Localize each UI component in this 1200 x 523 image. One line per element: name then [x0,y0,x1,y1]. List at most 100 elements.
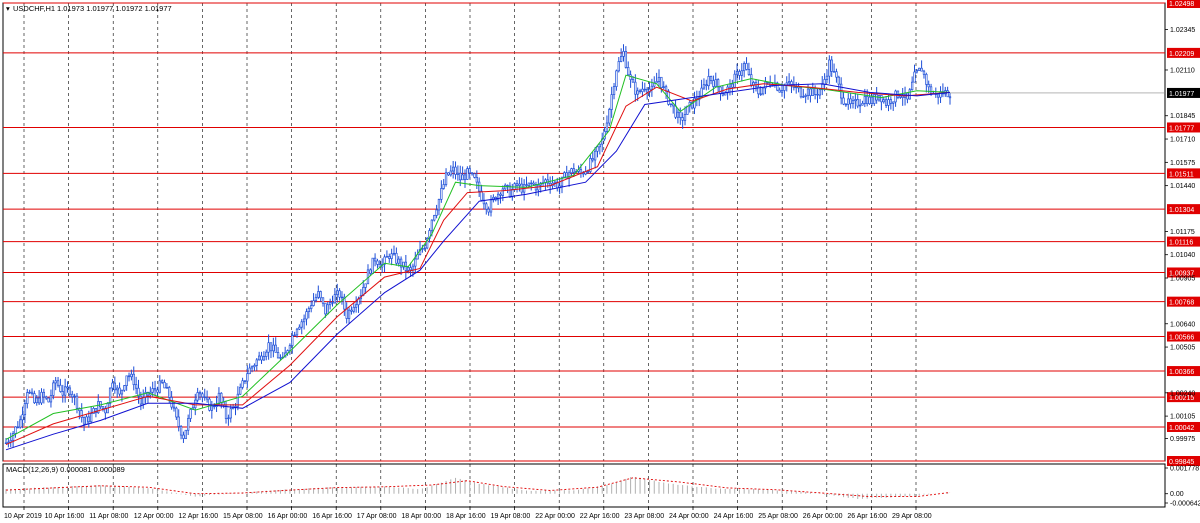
candle-body [371,257,374,274]
candle-body [288,345,292,351]
candle-body [884,99,888,106]
candle-body [851,100,855,105]
candle-body [392,252,396,255]
candle-body [787,81,791,84]
candle-body [466,168,469,180]
candle-body [108,387,112,404]
candle-body [243,380,247,382]
candle-body [35,397,38,404]
candle-body [127,375,131,378]
candle-body [433,215,436,221]
candle-body [816,94,819,96]
candle-body [721,93,725,96]
candle-body [508,185,512,198]
candle-body [260,355,263,361]
macd-tick-label: 0.00 [1170,491,1184,498]
candle-body [716,79,720,88]
candle-body [179,426,183,436]
candle-body [101,406,105,409]
candle-body [198,392,202,395]
candle-body [598,143,601,148]
time-label: 16 Apr 00:00 [268,513,308,520]
candle-body [258,355,261,361]
candle-body [229,408,232,419]
time-label: 10 Apr 2019 [4,513,42,520]
candle-body [676,111,680,118]
candle-body [310,305,313,309]
candle-body [873,94,876,104]
candle-body [435,209,438,216]
candle-body [634,81,637,95]
candle-body [151,388,154,393]
candle-body [11,433,15,441]
candle-body [385,256,389,258]
candle-body [939,91,942,98]
candle-body [910,81,914,91]
candle-body [132,373,135,386]
candle-body [683,114,687,121]
time-label: 10 Apr 16:00 [45,513,85,520]
candle-body [655,81,658,84]
candle-body [811,88,814,97]
candle-body [345,308,348,319]
candle-body [217,392,221,405]
candle-body [714,79,717,87]
time-label: 16 Apr 16:00 [312,513,352,520]
candle-body [679,111,682,118]
candle-body [478,181,481,192]
candle-body [612,86,616,95]
time-axis: 10 Apr 2019 10 Apr 16:00 11 Apr 08:00 12 Ap… [4,507,932,520]
candle-body [253,365,256,368]
candle-body [71,393,74,398]
level-tag-label: 1.01777 [1169,125,1194,132]
candle-body [922,70,926,75]
candle-body [572,168,575,173]
candle-body [660,76,663,88]
candle-body [593,150,597,161]
candle-body [430,219,434,231]
candle-body [437,199,441,211]
macd-tick-label: -0.000642 [1170,501,1200,508]
candle-body [388,256,391,259]
time-label: 15 Apr 08:00 [223,513,263,520]
candle-body [759,93,762,95]
candle-body [63,386,67,396]
candle-body [854,99,857,102]
level-tag-label: 1.01304 [1169,207,1194,214]
candle-body [172,406,176,409]
candle-body [125,375,128,386]
candle-body [442,184,445,189]
candle-body [901,95,904,98]
candle-body [662,86,665,88]
candle-body [731,83,734,88]
candle-body [880,94,883,103]
candle-body [414,258,417,267]
candle-body [376,260,379,265]
candle-body [733,73,736,88]
candle-body [33,393,36,404]
candle-body [224,404,228,420]
candle-body [501,188,504,196]
candle-body [719,86,722,94]
candle-body [347,309,351,319]
candle-body [858,104,862,107]
candle-body [818,89,822,96]
candle-body [795,86,798,89]
time-label: 22 Apr 00:00 [535,513,575,520]
candle-body [321,297,325,304]
candle-body [636,90,639,95]
candle-body [825,75,829,80]
candle-body [946,90,949,98]
candle-body [269,342,273,352]
candle-body [184,429,187,439]
usdchf-h1-chart[interactable]: 1.02498 1.02209 1.01777 1.01511 1.01304 1.011… [0,0,1200,523]
price-tick-label: 0.99975 [1170,436,1195,443]
candle-body [499,193,502,196]
candle-body [844,103,848,106]
candle-body [116,387,119,391]
candle-body [835,71,838,78]
candle-body [868,96,871,105]
candle-body [622,51,625,57]
candle-body [456,172,460,175]
time-label: 18 Apr 00:00 [401,513,441,520]
